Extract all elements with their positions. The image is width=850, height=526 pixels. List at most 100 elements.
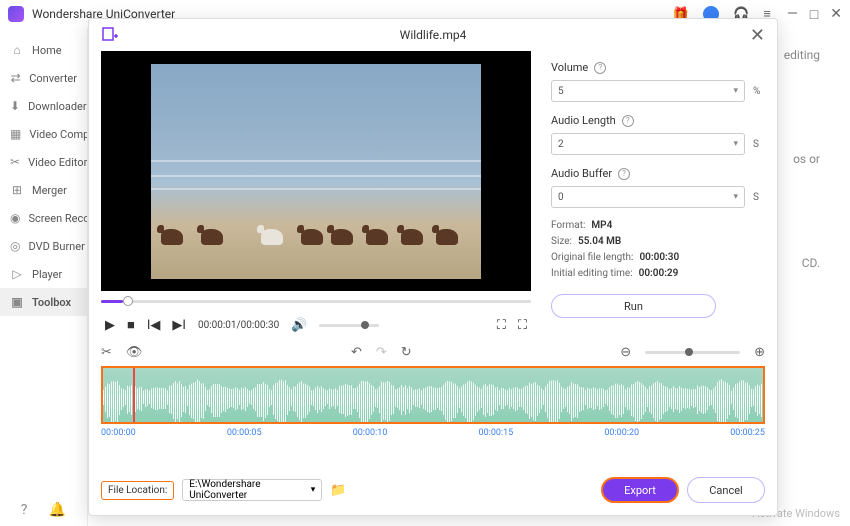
sidebar-item-label: Video Editor (28, 156, 87, 169)
converter-icon: ⇄ (10, 71, 21, 85)
fullscreen-icon[interactable]: ⛶ (518, 318, 527, 333)
audio-length-select[interactable]: 2 (551, 133, 745, 155)
audio-waveform[interactable] (101, 366, 765, 424)
sidebar-item-converter[interactable]: ⇄ Converter (0, 64, 87, 92)
redo-icon[interactable]: ↷ (376, 345, 387, 360)
zoom-slider[interactable] (645, 351, 740, 354)
sidebar: ⌂ Home ⇄ Converter ⬇ Downloader ▦ Video Comp… (0, 28, 88, 526)
app-logo-icon (8, 6, 24, 22)
audio-buffer-label: Audio Buffer (551, 167, 612, 180)
sidebar-item-player[interactable]: ▷ Player (0, 260, 87, 288)
export-button[interactable]: Export (601, 477, 679, 503)
minimize-icon[interactable]: — (787, 6, 798, 23)
play-icon: ▷ (10, 267, 24, 281)
sidebar-item-label: Home (32, 44, 62, 57)
size-label: Size: (551, 236, 572, 247)
modal-close-icon[interactable]: ✕ (750, 25, 765, 46)
maximize-icon[interactable]: □ (810, 6, 818, 23)
time-ruler: 00:00:00 00:00:05 00:00:10 00:00:15 00:0… (101, 428, 765, 438)
sidebar-item-label: Downloader (28, 100, 87, 113)
player-controls: ▶ ■ I◀ ▶I 00:00:01/00:00:30 🔊 ⛶ ⛶ (101, 311, 531, 339)
run-button[interactable]: Run (551, 294, 716, 318)
sidebar-item-home[interactable]: ⌂ Home (0, 36, 87, 64)
modal-title: Wildlife.mp4 (400, 28, 467, 42)
zoom-in-icon[interactable]: ⊕ (754, 345, 765, 360)
bell-icon[interactable]: 🔔 (49, 502, 66, 518)
help-icon[interactable]: ? (618, 168, 630, 180)
sidebar-item-merger[interactable]: ⊞ Merger (0, 176, 87, 204)
sidebar-item-screen-recorder[interactable]: ◉ Screen Recorder (0, 204, 87, 232)
format-label: Format: (551, 220, 585, 231)
file-location-select[interactable]: E:\Wondershare UniConverter (182, 479, 322, 501)
merger-icon: ⊞ (10, 183, 24, 197)
help-icon[interactable]: ? (21, 502, 28, 518)
sidebar-item-label: Video Compressor (29, 128, 87, 141)
sidebar-item-video-compressor[interactable]: ▦ Video Compressor (0, 120, 87, 148)
next-frame-button[interactable]: ▶I (172, 318, 186, 333)
dvd-icon: ◎ (10, 239, 20, 253)
browse-folder-icon[interactable]: 📁 (330, 483, 346, 498)
toolbox-icon: ▣ (10, 295, 24, 309)
init-time-value: 00:00:29 (639, 268, 679, 279)
video-progress-slider[interactable] (101, 291, 531, 311)
format-value: MP4 (591, 220, 612, 231)
sidebar-item-label: Player (32, 268, 62, 281)
ruler-tick: 00:00:25 (730, 428, 765, 438)
volume-select[interactable]: 5 (551, 80, 745, 102)
modal-footer: File Location: E:\Wondershare UniConvert… (89, 465, 777, 515)
init-time-label: Initial editing time: (551, 268, 633, 279)
scissors-icon: ✂ (10, 155, 20, 169)
home-icon: ⌂ (10, 43, 24, 57)
sidebar-item-label: Merger (32, 184, 67, 197)
sidebar-item-label: Toolbox (32, 296, 71, 309)
snapshot-icon[interactable]: ⛶ (497, 318, 506, 333)
volume-label: Volume (551, 61, 588, 74)
properties-panel: Volume? 5% Audio Length? 2S Audio Buffer… (551, 51, 765, 339)
orig-length-value: 00:00:30 (639, 252, 679, 263)
compress-icon: ▦ (10, 127, 21, 141)
length-unit: S (753, 139, 765, 150)
playback-time: 00:00:01/00:00:30 (198, 320, 279, 331)
record-icon: ◉ (10, 211, 20, 225)
cut-icon[interactable]: ✂ (101, 345, 112, 360)
eye-icon[interactable]: 👁 (126, 345, 143, 360)
prev-frame-button[interactable]: I◀ (147, 318, 161, 333)
buffer-unit: S (753, 192, 765, 203)
volume-slider[interactable] (319, 324, 379, 327)
help-icon[interactable]: ? (622, 115, 634, 127)
ruler-tick: 00:00:15 (479, 428, 514, 438)
edit-toolbar: ✂ 👁 ↶ ↷ ↻ ⊖ ⊕ (89, 339, 777, 366)
zoom-out-icon[interactable]: ⊖ (620, 345, 631, 360)
file-location-label: File Location: (101, 481, 174, 500)
orig-length-label: Original file length: (551, 252, 633, 263)
playhead-icon[interactable] (133, 366, 135, 422)
sidebar-item-dvd-burner[interactable]: ◎ DVD Burner (0, 232, 87, 260)
refresh-icon[interactable]: ↻ (401, 345, 412, 360)
ruler-tick: 00:00:05 (227, 428, 262, 438)
volume-icon[interactable]: 🔊 (291, 318, 307, 333)
sidebar-item-label: Screen Recorder (28, 212, 87, 225)
stop-button[interactable]: ■ (127, 317, 135, 333)
undo-icon[interactable]: ↶ (351, 345, 362, 360)
ruler-tick: 00:00:00 (101, 428, 136, 438)
play-button[interactable]: ▶ (105, 318, 115, 333)
audio-length-label: Audio Length (551, 114, 616, 127)
sidebar-item-label: Converter (29, 72, 77, 85)
editor-modal: Wildlife.mp4 ✕ ▶ ■ I◀ ▶I (88, 18, 778, 516)
modal-header: Wildlife.mp4 ✕ (89, 19, 777, 51)
help-icon[interactable]: ? (594, 62, 606, 74)
ruler-tick: 00:00:20 (604, 428, 639, 438)
sidebar-item-video-editor[interactable]: ✂ Video Editor (0, 148, 87, 176)
add-file-icon[interactable] (101, 26, 119, 44)
size-value: 55.04 MB (578, 236, 621, 247)
close-icon[interactable]: ✕ (830, 6, 842, 23)
audio-buffer-select[interactable]: 0 (551, 186, 745, 208)
ruler-tick: 00:00:10 (353, 428, 388, 438)
download-icon: ⬇ (10, 99, 20, 113)
volume-unit: % (753, 86, 765, 97)
sidebar-item-downloader[interactable]: ⬇ Downloader (0, 92, 87, 120)
cancel-button[interactable]: Cancel (687, 477, 765, 503)
sidebar-item-toolbox[interactable]: ▣ Toolbox (0, 288, 87, 316)
video-preview[interactable] (101, 51, 531, 291)
sidebar-item-label: DVD Burner (28, 240, 84, 253)
